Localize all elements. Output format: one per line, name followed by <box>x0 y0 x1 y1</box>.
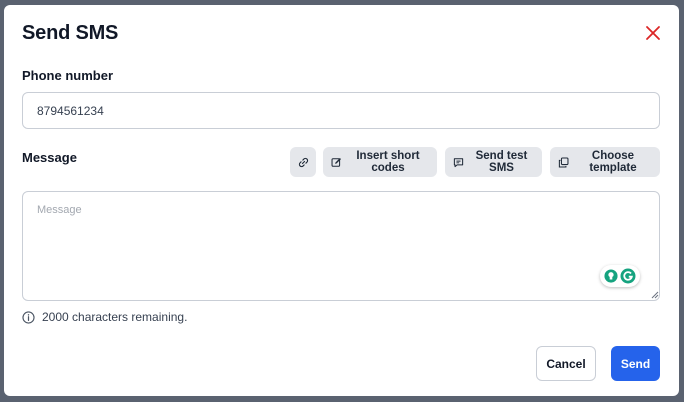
message-label: Message <box>22 150 77 165</box>
cancel-button[interactable]: Cancel <box>536 346 596 381</box>
copy-icon <box>558 157 569 167</box>
character-counter: 2000 characters remaining. <box>22 310 187 324</box>
link-icon <box>298 157 308 167</box>
phone-number-label: Phone number <box>22 68 114 83</box>
insert-short-codes-label: Insert short codes <box>356 150 420 174</box>
close-icon[interactable] <box>645 25 661 41</box>
send-test-sms-label: Send test SMS <box>475 150 528 174</box>
choose-template-button[interactable]: Choose template <box>550 147 660 177</box>
grammarly-icon <box>620 268 636 284</box>
characters-remaining-text: 2000 characters remaining. <box>42 310 188 324</box>
chat-icon <box>453 157 464 167</box>
dialog-title: Send SMS <box>22 22 119 44</box>
insert-link-button[interactable] <box>290 147 316 177</box>
grammarly-widget[interactable] <box>600 265 640 287</box>
choose-template-label: Choose template <box>589 150 637 174</box>
phone-number-input[interactable] <box>22 92 660 129</box>
send-button[interactable]: Send <box>611 346 660 381</box>
message-textarea[interactable] <box>22 191 660 301</box>
info-icon <box>22 310 35 324</box>
lightbulb-icon <box>604 269 618 283</box>
send-sms-dialog: Send SMS Phone number Message Insert sho… <box>4 5 679 396</box>
resize-handle-icon[interactable] <box>651 291 659 299</box>
insert-short-codes-button[interactable]: Insert short codes <box>323 147 437 177</box>
send-test-sms-button[interactable]: Send test SMS <box>445 147 542 177</box>
edit-icon <box>331 157 341 167</box>
